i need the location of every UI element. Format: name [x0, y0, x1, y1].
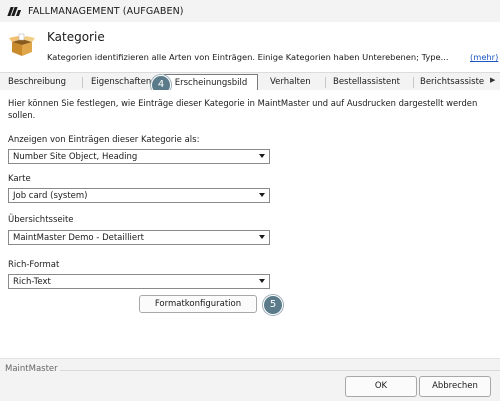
- card-value: Job card (system): [13, 191, 88, 201]
- chevron-down-icon: [259, 235, 265, 239]
- format-configuration-button[interactable]: Formatkonfiguration: [139, 295, 257, 313]
- tab-content-panel: Hier können Sie festlegen, wie Einträge …: [0, 90, 500, 358]
- footer-divider: [60, 370, 500, 371]
- display-as-value: Number Site Object, Heading: [13, 152, 138, 162]
- header-description: Kategorien identifizieren alle Arten von…: [47, 52, 449, 62]
- chevron-down-icon: [259, 154, 265, 158]
- rich-format-select[interactable]: Rich-Text: [8, 274, 270, 289]
- card-select[interactable]: Job card (system): [8, 188, 270, 203]
- dialog-header: Kategorie Kategorien identifizieren alle…: [0, 22, 500, 72]
- rich-format-label: Rich-Format: [8, 260, 60, 270]
- overview-value: MaintMaster Demo - Detailliert: [13, 233, 144, 243]
- display-as-select[interactable]: Number Site Object, Heading: [8, 149, 270, 164]
- tab-berichtsassistent[interactable]: Berichtsassiste: [420, 75, 488, 90]
- tab-verhalten[interactable]: Verhalten: [270, 75, 311, 90]
- rich-format-value: Rich-Text: [13, 277, 51, 287]
- tab-eigenschaften[interactable]: Eigenschaften: [91, 75, 151, 90]
- display-as-label: Anzeigen von Einträgen dieser Kategorie …: [8, 135, 200, 145]
- brand-label: MaintMaster: [5, 364, 58, 374]
- more-link[interactable]: (mehr): [470, 52, 498, 62]
- dialog-footer: MaintMaster OK Abbrechen: [0, 358, 500, 401]
- chevron-down-icon: [259, 193, 265, 197]
- cancel-button[interactable]: Abbrechen: [419, 376, 491, 397]
- step-marker-badge: 5: [263, 295, 283, 315]
- maintmaster-logo-icon: [7, 6, 22, 16]
- overview-label: Übersichtsseite: [8, 215, 74, 225]
- ok-button[interactable]: OK: [345, 376, 417, 397]
- window-title: FALLMANAGEMENT (AUFGABEN): [28, 5, 184, 17]
- tab-separator: [82, 77, 83, 88]
- tab-separator: [413, 77, 414, 88]
- open-box-icon: [9, 33, 35, 56]
- tab-scroll-right-icon[interactable]: ▶: [490, 76, 495, 84]
- overview-select[interactable]: MaintMaster Demo - Detailliert: [8, 230, 270, 245]
- title-bar: FALLMANAGEMENT (AUFGABEN): [0, 0, 500, 22]
- tab-bar: Beschreibung Eigenschaften Erscheinungsb…: [0, 72, 500, 92]
- tab-beschreibung[interactable]: Beschreibung: [8, 75, 66, 90]
- tab-separator: [325, 77, 326, 88]
- intro-text: Hier können Sie festlegen, wie Einträge …: [8, 98, 478, 120]
- card-label: Karte: [8, 174, 31, 184]
- chevron-down-icon: [259, 279, 265, 283]
- page-title: Kategorie: [47, 30, 105, 44]
- tab-bestellassistent[interactable]: Bestellassistent: [333, 75, 400, 90]
